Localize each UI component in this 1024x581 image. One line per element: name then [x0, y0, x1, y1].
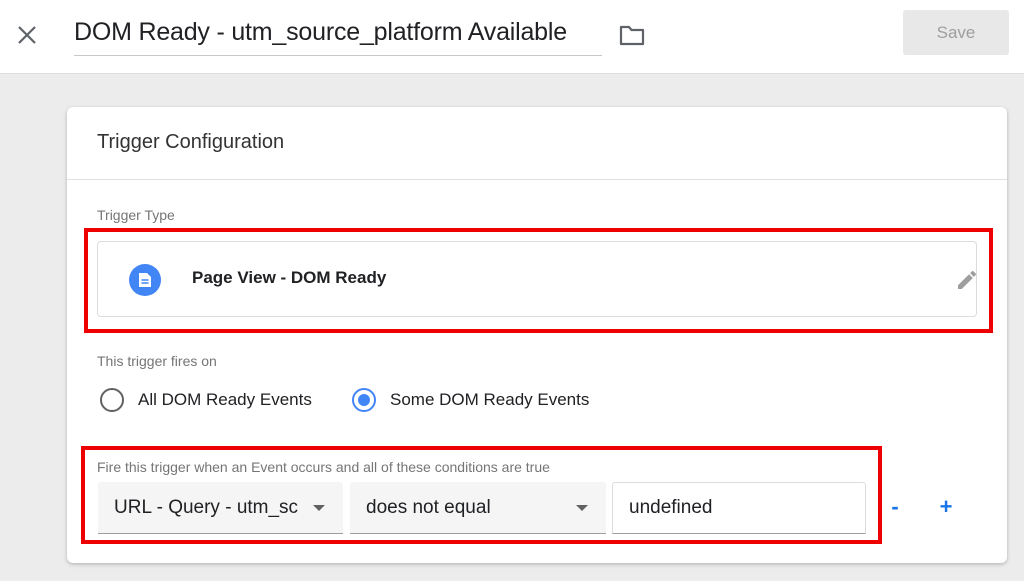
close-icon: [18, 26, 36, 44]
pencil-icon: [958, 270, 977, 289]
trigger-name-field[interactable]: DOM Ready - utm_source_platform Availabl…: [74, 14, 602, 56]
radio-button-checked[interactable]: [352, 388, 376, 412]
condition-value: undefined: [629, 497, 713, 518]
dropdown-arrow-icon: [576, 504, 588, 511]
radio-all-events[interactable]: All DOM Ready Events: [100, 388, 312, 412]
folder-button[interactable]: [616, 20, 648, 50]
card-title: Trigger Configuration: [97, 131, 285, 153]
page-view-badge: [129, 264, 161, 296]
radio-label: Some DOM Ready Events: [390, 390, 590, 409]
close-button[interactable]: [10, 18, 44, 52]
radio-label: All DOM Ready Events: [138, 390, 312, 409]
document-icon: [139, 273, 151, 287]
condition-operator: does not equal: [366, 496, 491, 518]
condition-operator-select[interactable]: does not equal: [350, 482, 606, 534]
add-condition-button[interactable]: +: [932, 490, 960, 524]
condition-variable: URL - Query - utm_sc: [114, 496, 299, 518]
save-button[interactable]: Save: [903, 10, 1009, 55]
radio-button-unchecked[interactable]: [100, 388, 124, 412]
condition-description: Fire this trigger when an Event occurs a…: [97, 459, 550, 475]
remove-condition-button[interactable]: -: [881, 490, 909, 524]
condition-value-input[interactable]: undefined: [612, 482, 866, 534]
edit-trigger-type-button[interactable]: [954, 267, 980, 293]
trigger-type-label: Trigger Type: [97, 207, 175, 223]
card-divider: [67, 179, 1007, 180]
editor-header: DOM Ready - utm_source_platform Availabl…: [0, 0, 1024, 74]
trigger-type-value: Page View - DOM Ready: [192, 268, 387, 287]
condition-variable-select[interactable]: URL - Query - utm_sc: [98, 482, 343, 534]
folder-icon: [619, 25, 645, 46]
radio-some-events[interactable]: Some DOM Ready Events: [352, 388, 589, 412]
fires-on-label: This trigger fires on: [97, 353, 217, 369]
trigger-name: DOM Ready - utm_source_platform Availabl…: [74, 18, 567, 46]
trigger-type-selector[interactable]: Page View - DOM Ready: [97, 241, 977, 317]
dropdown-arrow-icon: [313, 504, 325, 511]
